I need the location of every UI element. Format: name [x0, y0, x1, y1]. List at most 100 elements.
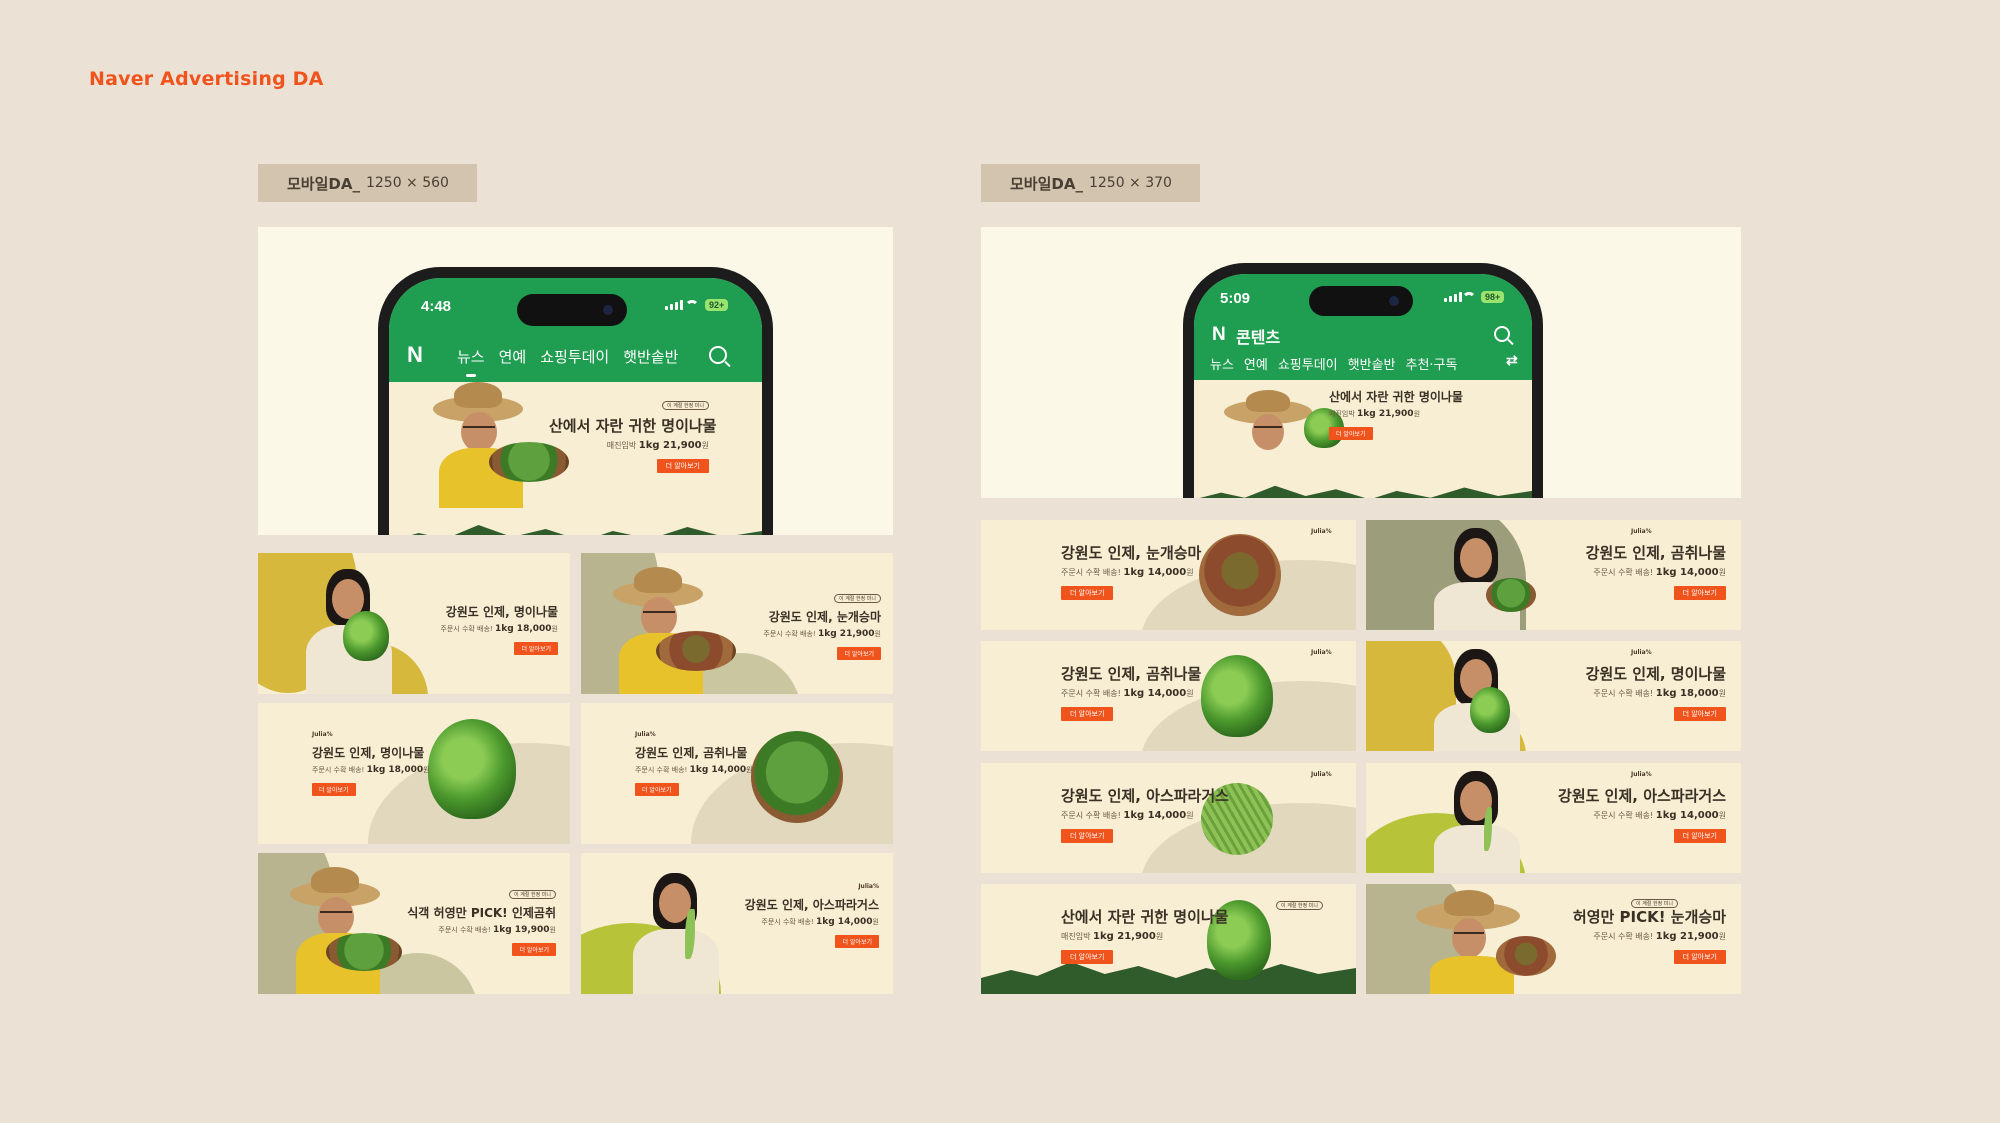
banner-sub: 주문시 수확 배송! 1kg 19,900원 — [438, 925, 556, 935]
banner-title: 강원도 인제, 곰취나물 — [1061, 665, 1202, 683]
wifi-icon — [1462, 292, 1476, 302]
ad-banner-4[interactable]: Julia% 강원도 인제, 곰취나물 주문시 수확 배송! 1kg 14,00… — [581, 703, 893, 844]
banner-cta-button[interactable]: 더 알아보기 — [514, 642, 558, 655]
banner-cta-button[interactable]: 더 알아보기 — [1673, 586, 1726, 600]
banner-cta-button[interactable]: 더 알아보기 — [1061, 707, 1114, 721]
phone-screen: 4:48 92+ N 뉴스 연예 쇼핑투데이 햇반솥반 이 계절 한정 미니 산… — [389, 278, 762, 535]
signal-icon — [1444, 292, 1462, 302]
hero-tag: 이 계절 한정 미니 — [662, 401, 709, 410]
nungaesungma-bowl-image — [656, 631, 736, 671]
tab-shopping-today[interactable]: 쇼핑투데이 — [1278, 354, 1338, 373]
julia-logo-icon: Julia% — [1631, 649, 1652, 656]
tab-hetban[interactable]: 햇반솥반 — [1348, 354, 1396, 373]
tab-shopping-today[interactable]: 쇼핑투데이 — [540, 346, 609, 367]
mountain-illustration — [389, 525, 762, 535]
banner-title: 산에서 자란 귀한 명이나물 — [1061, 908, 1229, 926]
banner-cta-button[interactable]: 더 알아보기 — [1673, 950, 1726, 964]
banner-cta-button[interactable]: 더 알아보기 — [1673, 829, 1726, 843]
wide-banner-1[interactable]: 강원도 인제, 눈개승마 주문시 수확 배송! 1kg 14,000원 더 알아… — [981, 520, 1356, 630]
wide-banner-4[interactable]: 강원도 인제, 명이나물 주문시 수확 배송! 1kg 18,000원 더 알아… — [1366, 641, 1741, 751]
tab-entertainment[interactable]: 연예 — [499, 346, 527, 367]
wide-banner-2[interactable]: 강원도 인제, 곰취나물 주문시 수확 배송! 1kg 14,000원 더 알아… — [1366, 520, 1741, 630]
julia-logo-icon: Julia% — [635, 731, 656, 738]
camera-icon — [1389, 296, 1399, 306]
nav-tabs: 뉴스 연예 쇼핑투데이 햇반솥반 추천·구독 — [1210, 354, 1458, 383]
banner-text: 강원도 인제, 명이나물 주문시 수확 배송! 1kg 18,000원 더 알아… — [1526, 663, 1726, 721]
banner-tag: 이 계절 한정 미니 — [509, 890, 556, 899]
nav-tabs: 뉴스 연예 쇼핑투데이 햇반솥반 — [457, 346, 678, 377]
naver-header: 5:09 98+ N 콘텐츠 뉴스 연예 쇼핑투데이 햇반솥반 추천·구독 ⇄ — [1194, 274, 1532, 383]
ad-banner-2[interactable]: 이 계절 한정 미니 강원도 인제, 눈개승마 주문시 수확 배송! 1kg 2… — [581, 553, 893, 694]
naver-logo-icon[interactable]: N — [407, 342, 423, 368]
swap-icon[interactable]: ⇄ — [1506, 352, 1518, 369]
banner-text: 이 계절 한정 미니 식객 허영만 PICK! 인제곰취 주문시 수확 배송! … — [388, 881, 556, 956]
dynamic-island — [517, 294, 627, 326]
ad-banner-6[interactable]: Julia% 강원도 인제, 아스파라거스 주문시 수확 배송! 1kg 14,… — [581, 853, 893, 994]
banner-cta-button[interactable]: 더 알아보기 — [635, 783, 679, 796]
banner-cta-button[interactable]: 더 알아보기 — [835, 935, 879, 948]
size-tag-1250x560: 모바일DA_ 1250 × 560 — [258, 164, 477, 202]
ad-banner-1[interactable]: 강원도 인제, 명이나물 주문시 수확 배송! 1kg 18,000원 더 알아… — [258, 553, 570, 694]
wide-banner-8[interactable]: 허영만 PICK! 눈개승마 주문시 수확 배송! 1kg 21,900원 더 … — [1366, 884, 1741, 994]
hero-cta-button[interactable]: 더 알아보기 — [1329, 427, 1373, 440]
wide-banner-6[interactable]: 강원도 인제, 아스파라거스 주문시 수확 배송! 1kg 14,000원 더 … — [1366, 763, 1741, 873]
search-icon[interactable] — [709, 346, 727, 364]
ad-banner-3[interactable]: Julia% 강원도 인제, 명이나물 주문시 수확 배송! 1kg 18,00… — [258, 703, 570, 844]
tab-hetban[interactable]: 햇반솥반 — [623, 346, 678, 367]
search-icon[interactable] — [1494, 326, 1510, 342]
banner-cta-button[interactable]: 더 알아보기 — [1061, 829, 1114, 843]
banner-text: 이 계절 한정 미니 강원도 인제, 눈개승마 주문시 수확 배송! 1kg 2… — [731, 585, 881, 660]
dynamic-island — [1309, 286, 1413, 316]
banner-cta-button[interactable]: 더 알아보기 — [312, 783, 356, 796]
camera-icon — [603, 305, 613, 315]
banner-cta-button[interactable]: 더 알아보기 — [1061, 950, 1114, 964]
banner-cta-button[interactable]: 더 알아보기 — [837, 647, 881, 660]
phone-preview-frame-2: 5:09 98+ N 콘텐츠 뉴스 연예 쇼핑투데이 햇반솥반 추천·구독 ⇄ — [981, 227, 1741, 498]
hero-sub: 매진임박 1kg 21,900원 — [606, 440, 709, 451]
banner-cta-button[interactable]: 더 알아보기 — [1061, 586, 1114, 600]
banner-cta-button[interactable]: 더 알아보기 — [1673, 707, 1726, 721]
banner-sub: 주문시 수확 배송! 1kg 14,000원 — [635, 765, 753, 775]
banner-sub: 주문시 수확 배송! 1kg 14,000원 — [1593, 810, 1726, 821]
size-tag-label: 모바일DA_ — [287, 174, 360, 193]
banner-title: 강원도 인제, 아스파라거스 — [1558, 787, 1726, 805]
tab-recommend[interactable]: 추천·구독 — [1406, 354, 1458, 373]
naver-logo-icon[interactable]: N — [1212, 324, 1226, 346]
banner-title: 강원도 인제, 눈개승마 — [768, 610, 881, 624]
banner-text: 강원도 인제, 아스파라거스 주문시 수확 배송! 1kg 14,000원 더 … — [1506, 785, 1726, 843]
banner-text: 강원도 인제, 곰취나물 주문시 수확 배송! 1kg 14,000원 더 알아… — [1526, 542, 1726, 600]
banner-text: Julia% 강원도 인제, 곰취나물 주문시 수확 배송! 1kg 14,00… — [635, 731, 753, 796]
banner-sub: 주문시 수확 배송! 1kg 14,000원 — [1061, 688, 1194, 699]
size-tag-dim: 1250 × 370 — [1088, 175, 1172, 191]
wide-banner-3[interactable]: 강원도 인제, 곰취나물 주문시 수확 배송! 1kg 14,000원 더 알아… — [981, 641, 1356, 751]
banner-tag-wrap: 이 계절 한정 미니 — [1631, 890, 1678, 913]
julia-logo-icon: Julia% — [1311, 771, 1332, 778]
tab-news[interactable]: 뉴스 — [457, 346, 485, 377]
banner-title: 강원도 인제, 곰취나물 — [635, 746, 748, 760]
battery-icon: 98+ — [1481, 291, 1505, 303]
hero-cta-button[interactable]: 더 알아보기 — [656, 459, 709, 473]
wide-banner-7[interactable]: 산에서 자란 귀한 명이나물 매진임박 1kg 21,900원 더 알아보기 이… — [981, 884, 1356, 994]
banner-sub: 주문시 수확 배송! 1kg 14,000원 — [1593, 567, 1726, 578]
hero-text: 산에서 자란 귀한 명이나물 매진임박 1kg 21,900원 더 알아보기 — [1329, 388, 1463, 440]
brand-title: Naver Advertising DA — [89, 68, 324, 90]
banner-sub: 주문시 수확 배송! 1kg 14,000원 — [761, 917, 879, 927]
banner-title: 강원도 인제, 눈개승마 — [1061, 544, 1202, 562]
banner-tag: 이 계절 한정 미니 — [1276, 901, 1323, 910]
ad-banner-5[interactable]: 이 계절 한정 미니 식객 허영만 PICK! 인제곰취 주문시 수확 배송! … — [258, 853, 570, 994]
wide-banner-5[interactable]: 강원도 인제, 아스파라거스 주문시 수확 배송! 1kg 14,000원 더 … — [981, 763, 1356, 873]
banner-sub: 주문시 수확 배송! 1kg 21,900원 — [1593, 931, 1726, 942]
phone-screen: 5:09 98+ N 콘텐츠 뉴스 연예 쇼핑투데이 햇반솥반 추천·구독 ⇄ — [1194, 274, 1532, 498]
banner-text: 산에서 자란 귀한 명이나물 매진임박 1kg 21,900원 더 알아보기 — [1061, 906, 1228, 964]
hero-ad-banner[interactable]: 산에서 자란 귀한 명이나물 매진임박 1kg 21,900원 더 알아보기 — [1194, 380, 1532, 498]
size-tag-label: 모바일DA_ — [1010, 174, 1083, 193]
banner-title: 강원도 인제, 아스파라거스 — [744, 898, 879, 912]
tab-news[interactable]: 뉴스 — [1210, 354, 1234, 383]
hero-ad-banner[interactable]: 이 계절 한정 미니 산에서 자란 귀한 명이나물 매진임박 1kg 21,90… — [389, 382, 762, 535]
banner-cta-button[interactable]: 더 알아보기 — [512, 943, 556, 956]
banner-title: 강원도 인제, 곰취나물 — [1585, 544, 1726, 562]
hero-text: 이 계절 한정 미니 산에서 자란 귀한 명이나물 매진임박 1kg 21,90… — [549, 392, 716, 473]
tab-entertainment[interactable]: 연예 — [1244, 354, 1268, 373]
myeongi-leaf-image — [1470, 687, 1510, 733]
banner-text: Julia% 강원도 인제, 명이나물 주문시 수확 배송! 1kg 18,00… — [312, 731, 430, 796]
